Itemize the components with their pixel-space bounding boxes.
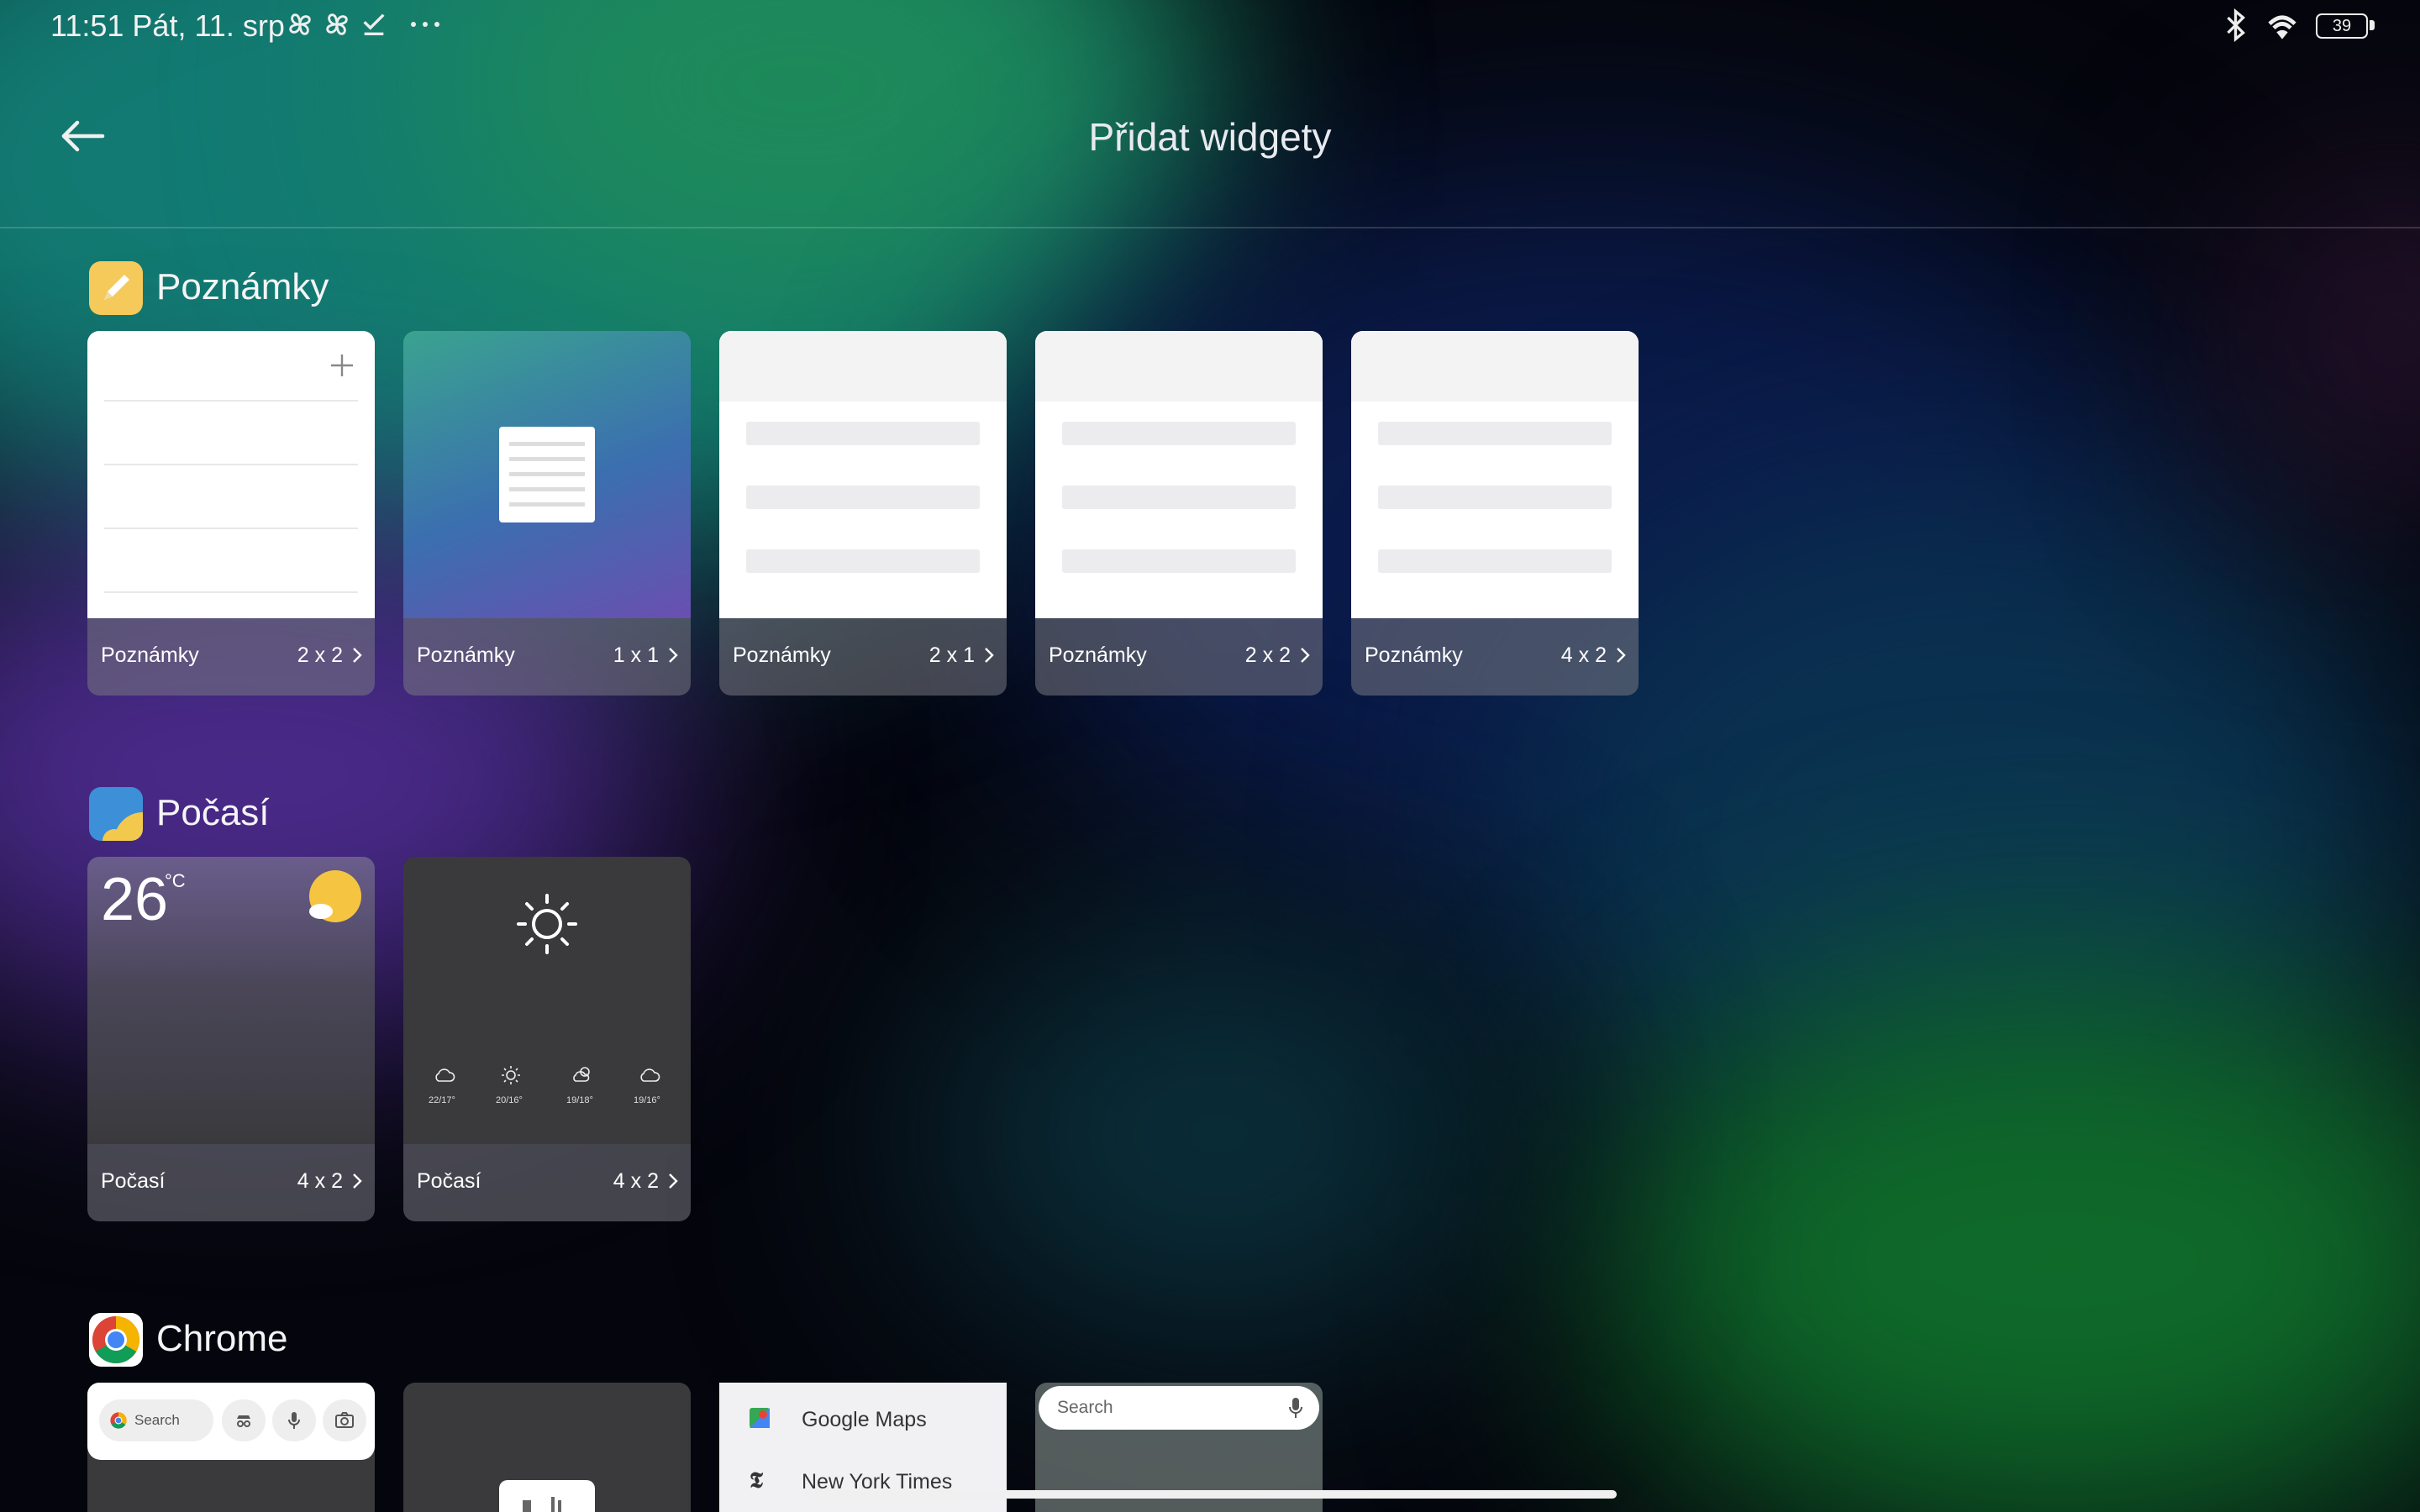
checklist-icon [363,13,385,36]
widget-size: 2 x 2 [297,643,343,667]
widget-footer: Poznámky 2 x 1 [719,618,1007,696]
widget-footer: Poznámky 1 x 1 [403,618,691,696]
widget-card[interactable]: 22/17° 20/16° 19/18° 19/16° Počasí 4 x 2 [403,857,691,1221]
mic-icon [1289,1398,1302,1418]
chevron-right-icon [353,648,362,663]
widget-footer: Počasí 4 x 2 [87,1144,375,1221]
battery-level: 39 [2332,17,2352,35]
chevron-right-icon [985,648,994,663]
widget-size: 4 x 2 [297,1169,343,1193]
search-label: Search [1057,1398,1113,1417]
widget-card[interactable] [403,1383,691,1512]
bookmark-label: Google Maps [802,1408,927,1431]
battery-icon: 39 [2316,13,2368,39]
widget-card[interactable]: Poznámky 2 x 2 [87,331,375,696]
widget-footer: Poznámky 2 x 2 [87,618,375,696]
widget-preview [403,331,691,618]
section-title: Poznámky [156,266,329,307]
chevron-right-icon [1301,648,1310,663]
chevron-right-icon [1617,648,1626,663]
widget-footer: Poznámky 2 x 2 [1035,618,1323,696]
section-title: Chrome [156,1318,288,1359]
widget-name: Poznámky [1365,643,1463,667]
forecast-temp: 22/17° [429,1095,455,1105]
forecast-temp: 19/18° [566,1095,593,1105]
header-divider [0,227,2420,228]
page-title: Přidat widgety [1088,115,1332,159]
widget-footer: Počasí 4 x 2 [403,1144,691,1221]
status-time: 11:51 Pát, 11. srp [50,8,285,43]
nyt-icon: 𝕿 [750,1468,763,1494]
partly-cloudy-icon [573,1067,590,1082]
widget-preview: 22/17° 20/16° 19/18° 19/16° [403,857,691,1144]
section-title: Počasí [156,792,270,833]
widget-footer: Poznámky 4 x 2 [1351,618,1639,696]
weather-unit: °C [165,870,186,891]
notes-pencil-icon [89,261,143,315]
widget-preview [1035,331,1323,618]
widget-size: 4 x 2 [1560,643,1607,667]
google-maps-icon [750,1408,770,1428]
widget-name: Poznámky [733,643,831,667]
widget-name: Poznámky [1049,643,1147,667]
widget-preview [1351,331,1639,618]
weather-icon [89,787,143,841]
sun-cloud-icon [309,870,361,922]
chevron-right-icon [353,1173,362,1189]
widget-preview [403,1383,691,1512]
chevron-right-icon [669,1173,678,1189]
widget-card[interactable]: Poznámky 4 x 2 [1351,331,1639,696]
widget-card[interactable]: Search [87,1383,375,1512]
plus-icon [331,354,353,376]
note-page-icon [499,427,595,522]
widget-preview: 26 °C [87,857,375,1144]
widget-preview [719,331,1007,618]
sun-icon [517,894,577,954]
widget-card[interactable]: Poznámky 1 x 1 [403,331,691,696]
widget-name: Poznámky [101,643,199,667]
status-bar: 11:51 Pát, 11. srp 39 [0,0,2420,54]
chevron-right-icon [669,648,678,663]
widget-size: 2 x 2 [1244,643,1291,667]
wifi-icon [2268,15,2296,39]
home-indicator[interactable] [803,1490,1617,1499]
weather-temp: 26 [101,866,169,933]
widget-card[interactable]: Poznámky 2 x 1 [719,331,1007,696]
widget-name: Poznámky [417,643,515,667]
search-label: Search [134,1412,180,1428]
more-dots-icon [411,22,439,27]
bluetooth-icon [2227,8,2245,42]
camera-icon[interactable] [323,1399,366,1441]
bookmark-item[interactable]: Google Maps [719,1398,1007,1438]
widget-card[interactable]: Poznámky 2 x 2 [1035,331,1323,696]
chrome-search-bar[interactable]: Search [1039,1386,1319,1430]
widget-name: Počasí [417,1169,481,1193]
forecast-temp: 20/16° [496,1095,523,1105]
mic-icon[interactable] [272,1399,316,1441]
cloud-icon [435,1068,455,1082]
dino-game-icon [499,1480,595,1512]
widget-card[interactable]: 26 °C Počasí 4 x 2 [87,857,375,1221]
chrome-search-bar[interactable]: Search [99,1399,213,1441]
pinwheel-icon [289,13,311,35]
widget-preview: Search [87,1383,375,1512]
incognito-icon[interactable] [222,1399,266,1441]
chrome-icon [110,1412,127,1429]
forecast-temp: 19/16° [634,1095,660,1105]
widget-preview [87,331,375,618]
widget-size: 4 x 2 [613,1169,659,1193]
pinwheel-icon [326,13,348,35]
cloud-icon [640,1068,660,1082]
chrome-icon [89,1313,143,1367]
widget-name: Počasí [101,1169,166,1193]
sun-icon [502,1066,520,1084]
widget-size: 2 x 1 [929,643,975,667]
widget-size: 1 x 1 [613,643,659,667]
